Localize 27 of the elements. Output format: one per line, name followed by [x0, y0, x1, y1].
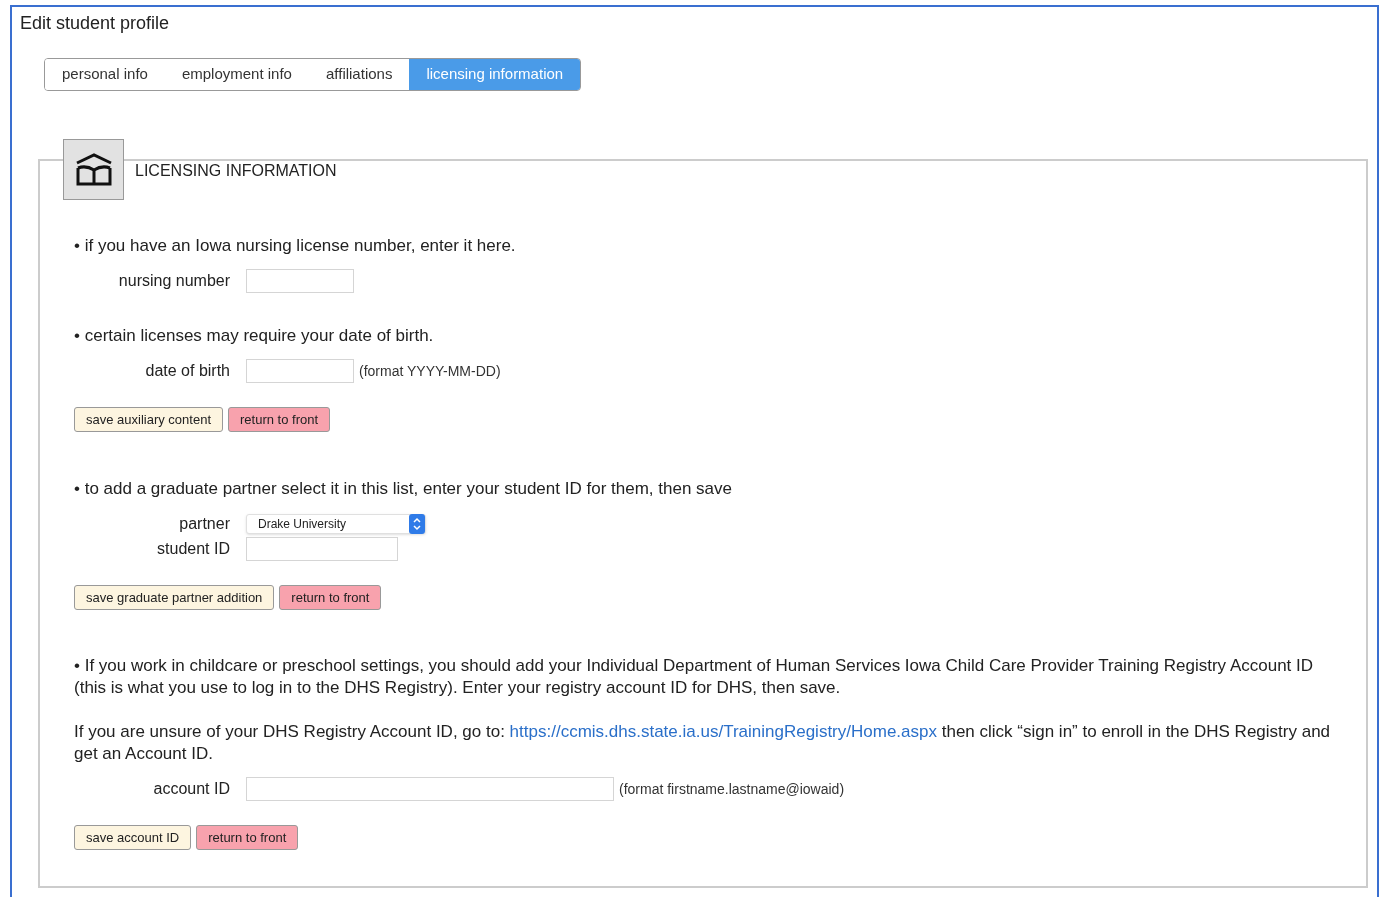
- return-button[interactable]: return to front: [279, 585, 382, 610]
- format-hint: (format firstname.lastname@iowaid): [619, 779, 845, 799]
- field-label: date of birth: [144, 361, 231, 381]
- field-label: student ID: [156, 539, 231, 559]
- stepper-icon: [409, 514, 425, 534]
- save-button[interactable]: save account ID: [74, 825, 192, 850]
- section-heading: LICENSING INFORMATION: [135, 160, 337, 181]
- input-field[interactable]: [246, 777, 614, 801]
- info-paragraph: If you are unsure of your DHS Registry Account ID, go to: https://ccmis.dhs.state.ia.us/TrainingRegistry/Home.aspx then click “sign in” to enroll in the DHS Registry and get an Account ID.: [74, 721, 1332, 765]
- save-button[interactable]: save auxiliary content: [74, 407, 223, 432]
- field-label: nursing number: [117, 271, 231, 291]
- instruction-text: • if you have an Iowa nursing license number, enter it here.: [74, 235, 517, 257]
- field-label: account ID: [152, 779, 231, 799]
- input-field[interactable]: [246, 537, 398, 561]
- input-field[interactable]: [246, 359, 354, 383]
- page-title: Edit student profile: [20, 12, 171, 35]
- instruction-text: • to add a graduate partner select it in this list, enter your student ID for them, then save: [74, 478, 733, 500]
- instruction-text: • certain licenses may require your date of birth.: [74, 325, 435, 347]
- return-button[interactable]: return to front: [228, 407, 331, 432]
- info-paragraph: • If you work in childcare or preschool settings, you should add your Individual Department of Human Services Iowa Child Care Provider Training Registry Account ID (this is what you use to log in to the DHS Registry). Enter your registry account ID for DHS, then save.: [74, 655, 1315, 699]
- input-field[interactable]: [246, 269, 354, 293]
- return-button[interactable]: return to front: [196, 825, 299, 850]
- registry-link[interactable]: https://ccmis.dhs.state.ia.us/TrainingRegistry/Home.aspx: [509, 722, 937, 741]
- partner-dropdown[interactable]: Drake University: [246, 514, 426, 534]
- field-label: partner: [178, 514, 231, 534]
- save-button[interactable]: save graduate partner addition: [74, 585, 275, 610]
- format-hint: (format YYYY-MM-DD): [359, 361, 501, 381]
